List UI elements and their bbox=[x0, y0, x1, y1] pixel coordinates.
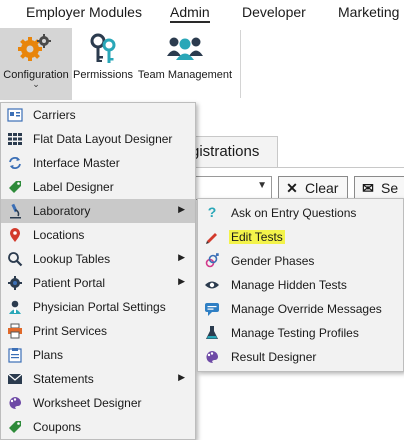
clear-button-label: Clear bbox=[305, 180, 339, 196]
permissions-label: Permissions bbox=[73, 69, 133, 81]
menu-item-label: Print Services bbox=[33, 324, 108, 338]
gender-icon bbox=[204, 253, 220, 269]
submenu-item-manage-hidden-tests[interactable]: Manage Hidden Tests bbox=[198, 273, 403, 297]
submenu-item-manage-testing-profiles[interactable]: Manage Testing Profiles bbox=[198, 321, 403, 345]
ribbon-separator bbox=[240, 30, 241, 98]
team-icon bbox=[136, 32, 234, 66]
menu-item-label: Locations bbox=[33, 228, 85, 242]
submenu-item-label: Gender Phases bbox=[231, 254, 315, 268]
menu-item-plans[interactable]: Plans bbox=[1, 343, 195, 367]
menu-item-label: Label Designer bbox=[33, 180, 114, 194]
location-pin-icon bbox=[7, 227, 23, 243]
menu-item-label: Worksheet Designer bbox=[33, 396, 142, 410]
menu-item-label: Interface Master bbox=[33, 156, 120, 170]
submenu-arrow-icon: ▶ bbox=[178, 204, 185, 214]
close-icon: ✕ bbox=[286, 180, 298, 196]
submenu-item-label: Ask on Entry Questions bbox=[231, 206, 357, 220]
clipboard-icon bbox=[7, 347, 23, 363]
menu-item-print-services[interactable]: Print Services bbox=[1, 319, 195, 343]
printer-icon bbox=[7, 323, 23, 339]
submenu-item-label: Manage Override Messages bbox=[231, 302, 382, 316]
menu-item-patient-portal[interactable]: Patient Portal ▶ bbox=[1, 271, 195, 295]
menu-item-label: Carriers bbox=[33, 108, 76, 122]
tab-employer-modules[interactable]: Employer Modules bbox=[26, 4, 142, 20]
submenu-item-label: Result Designer bbox=[231, 350, 317, 364]
menu-item-statements[interactable]: Statements ▶ bbox=[1, 367, 195, 391]
menu-item-label: Patient Portal bbox=[33, 276, 106, 290]
menu-item-carriers[interactable]: Carriers bbox=[1, 103, 195, 127]
submenu-arrow-icon: ▶ bbox=[178, 252, 185, 262]
menu-item-label: Plans bbox=[33, 348, 64, 362]
team-management-button[interactable]: Team Management bbox=[136, 28, 234, 100]
submenu-item-label: Manage Testing Profiles bbox=[231, 326, 359, 340]
clear-button[interactable]: ✕ Clear bbox=[278, 176, 348, 200]
grid-icon bbox=[7, 131, 23, 147]
submenu-arrow-icon: ▶ bbox=[178, 372, 185, 382]
submenu-item-manage-override-messages[interactable]: Manage Override Messages bbox=[198, 297, 403, 321]
submenu-item-label: Edit Tests bbox=[229, 230, 285, 244]
gear-icon bbox=[7, 275, 23, 291]
send-button-label: Se bbox=[381, 180, 399, 196]
tab-developer[interactable]: Developer bbox=[242, 4, 306, 20]
eye-icon bbox=[204, 277, 220, 293]
pencil-icon bbox=[204, 229, 220, 245]
configuration-menu: Carriers Flat Data Layout Designer Inter… bbox=[0, 102, 196, 440]
tab-marketing[interactable]: Marketing bbox=[338, 4, 399, 20]
microscope-icon bbox=[7, 203, 23, 219]
team-management-label: Team Management bbox=[137, 69, 233, 81]
menu-item-locations[interactable]: Locations bbox=[1, 223, 195, 247]
coupon-icon bbox=[7, 419, 23, 435]
permissions-button[interactable]: Permissions bbox=[72, 28, 134, 100]
palette-icon bbox=[7, 395, 23, 411]
submenu-item-result-designer[interactable]: Result Designer bbox=[198, 345, 403, 369]
menu-item-label: Lookup Tables bbox=[33, 252, 111, 266]
registrations-tab-label: gistrations bbox=[191, 143, 260, 160]
menu-item-label: Statements bbox=[33, 372, 94, 386]
submenu-item-edit-tests[interactable]: Edit Tests bbox=[198, 225, 403, 249]
tab-admin[interactable]: Admin bbox=[170, 4, 210, 23]
dropdown-arrow-icon: ▼ bbox=[257, 180, 267, 191]
menu-item-label: Flat Data Layout Designer bbox=[33, 132, 173, 146]
menu-item-label: Coupons bbox=[33, 420, 82, 434]
envelope-icon: ✉ bbox=[362, 180, 374, 196]
ribbon-panel: Configuration ⌄ Permissions Team Managem… bbox=[0, 28, 404, 102]
filter-combobox[interactable]: ▼ bbox=[190, 176, 272, 200]
submenu-item-label: Manage Hidden Tests bbox=[231, 278, 347, 292]
menu-item-label: Laboratory bbox=[33, 204, 91, 218]
laboratory-submenu: ? Ask on Entry Questions Edit Tests Gend… bbox=[197, 198, 404, 372]
carriers-icon bbox=[7, 107, 23, 123]
keys-icon bbox=[72, 32, 134, 66]
menu-item-lookup-tables[interactable]: Lookup Tables ▶ bbox=[1, 247, 195, 271]
envelope-icon bbox=[7, 371, 23, 387]
submenu-item-gender-phases[interactable]: Gender Phases bbox=[198, 249, 403, 273]
palette-icon bbox=[204, 349, 220, 365]
flask-icon bbox=[204, 325, 220, 341]
sync-icon bbox=[7, 155, 23, 171]
menu-item-interface-master[interactable]: Interface Master bbox=[1, 151, 195, 175]
menu-item-laboratory[interactable]: Laboratory ▶ bbox=[1, 199, 195, 223]
tag-icon bbox=[7, 179, 23, 195]
menu-item-flat-data-layout-designer[interactable]: Flat Data Layout Designer bbox=[1, 127, 195, 151]
menu-item-worksheet-designer[interactable]: Worksheet Designer bbox=[1, 391, 195, 415]
gears-icon bbox=[0, 32, 72, 66]
chat-icon bbox=[204, 301, 220, 317]
registrations-tab[interactable]: gistrations bbox=[190, 136, 278, 167]
submenu-arrow-icon: ▶ bbox=[178, 276, 185, 286]
chevron-down-icon: ⌄ bbox=[32, 79, 40, 89]
ribbon-tab-bar: Employer Modules Admin Developer Marketi… bbox=[0, 0, 404, 28]
send-button[interactable]: ✉ Se bbox=[354, 176, 404, 200]
magnifier-icon bbox=[7, 251, 23, 267]
menu-item-physician-portal-settings[interactable]: Physician Portal Settings bbox=[1, 295, 195, 319]
configuration-button[interactable]: Configuration ⌄ bbox=[0, 28, 72, 100]
question-icon: ? bbox=[207, 204, 217, 220]
physician-icon bbox=[7, 299, 23, 315]
menu-item-coupons[interactable]: Coupons bbox=[1, 415, 195, 439]
submenu-item-ask-on-entry-questions[interactable]: ? Ask on Entry Questions bbox=[198, 201, 403, 225]
menu-item-label: Physician Portal Settings bbox=[33, 300, 166, 314]
menu-item-label-designer[interactable]: Label Designer bbox=[1, 175, 195, 199]
